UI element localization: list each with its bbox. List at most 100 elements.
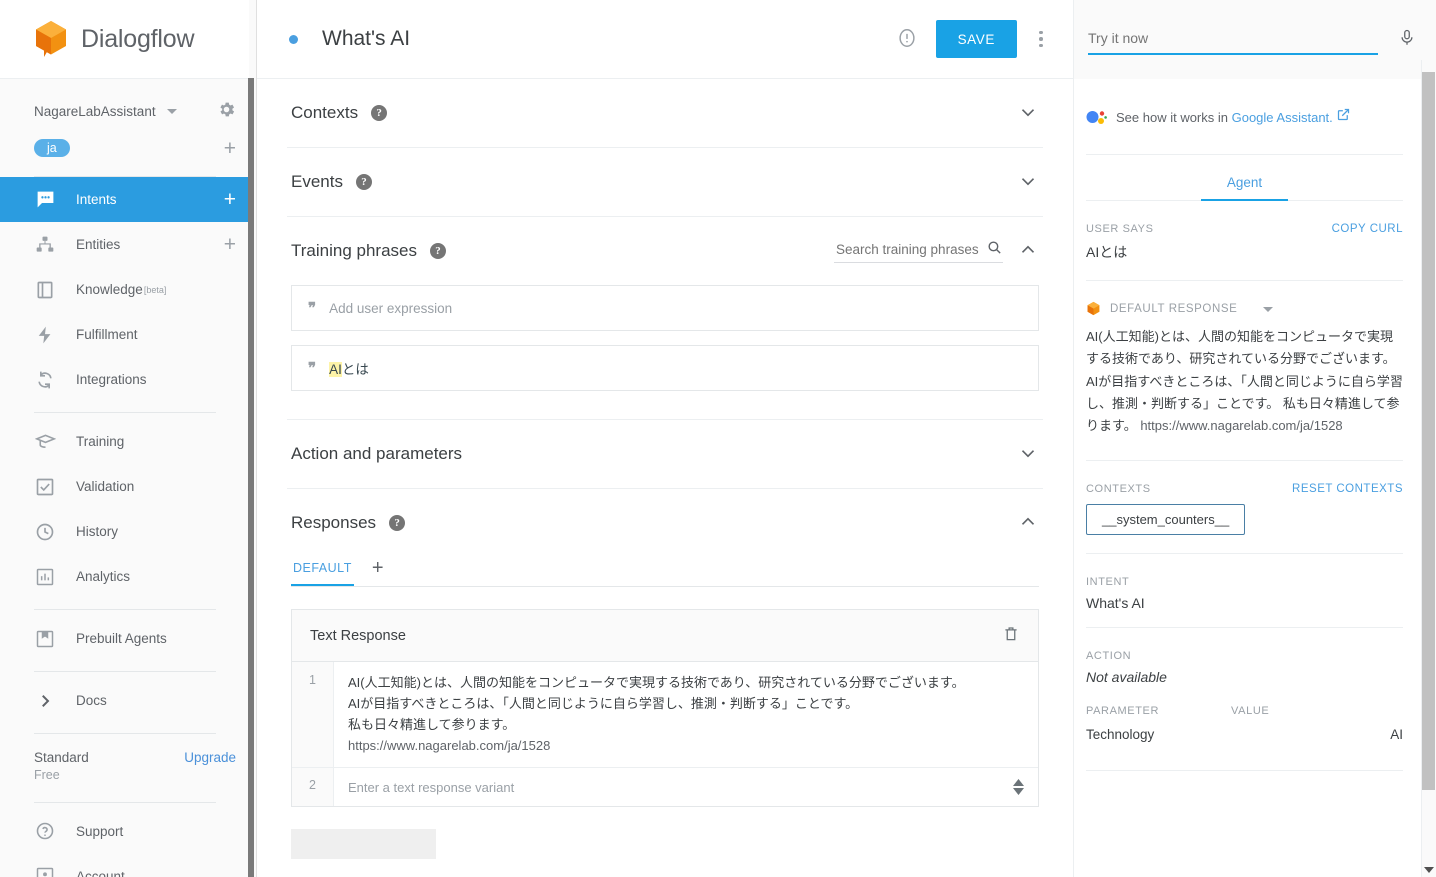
help-icon[interactable]: ? (355, 174, 372, 190)
sidebar-item-account[interactable]: Account (0, 854, 250, 877)
sidebar-item-prebuilt-agents[interactable]: Prebuilt Agents (0, 616, 250, 661)
sidebar-scrollbar-track[interactable] (248, 0, 255, 877)
add-intent-plus-icon[interactable]: + (224, 189, 236, 210)
prebuilt-agents-icon (34, 628, 56, 650)
add-expression-placeholder: Add user expression (329, 300, 453, 316)
sidebar-item-label: Fulfillment (76, 327, 138, 342)
test-console: See how it works in Google Assistant. Ag… (1073, 0, 1436, 877)
context-chip[interactable]: __system_counters__ (1086, 503, 1246, 535)
sidebar-item-analytics[interactable]: Analytics (0, 554, 250, 599)
sidebar-item-validation[interactable]: Validation (0, 464, 250, 509)
microphone-icon[interactable] (1398, 27, 1416, 52)
google-assistant-link[interactable]: Google Assistant. (1232, 110, 1333, 125)
search-training-phrases[interactable] (834, 239, 1003, 263)
warning-circle-icon[interactable] (896, 27, 918, 52)
sidebar-item-fulfillment[interactable]: Fulfillment (0, 312, 250, 357)
response-line: AI(人工知能)とは、人間の知能をコンピュータで実現する技術であり、研究されてい… (348, 675, 965, 690)
section-training-phrases: Training phrases ? Search training phras… (287, 217, 1043, 420)
chevron-down-icon[interactable] (1263, 306, 1274, 312)
google-assistant-dots-icon (1086, 109, 1108, 132)
section-contexts[interactable]: Contexts ? (287, 79, 1043, 148)
entity-highlight[interactable]: AI (329, 362, 342, 377)
add-response-tab-plus-icon[interactable]: + (372, 557, 384, 586)
add-language-plus-icon[interactable]: + (224, 138, 236, 159)
response-variant-row[interactable]: 2 Enter a text response variant (292, 768, 1038, 807)
copy-curl-link[interactable]: COPY CURL (1332, 223, 1403, 235)
add-user-expression-input[interactable]: ❞ Add user expression (291, 285, 1039, 331)
parameter-name: Technology (1086, 726, 1155, 742)
response-variant-row[interactable]: 1 AI(人工知能)とは、人間の知能をコンピュータで実現する技術であり、研究され… (292, 662, 1038, 769)
chevron-down-icon[interactable] (1017, 442, 1039, 467)
add-response-button-partial[interactable] (291, 829, 436, 860)
chevron-down-icon[interactable] (1017, 170, 1039, 195)
knowledge-book-icon (34, 279, 56, 301)
upgrade-link[interactable]: Upgrade (184, 748, 236, 765)
trash-icon[interactable] (1002, 625, 1020, 647)
sidebar-item-intents[interactable]: Intents + (0, 177, 250, 222)
chevron-up-icon[interactable] (1017, 511, 1039, 536)
sidebar-item-integrations[interactable]: Integrations (0, 357, 250, 402)
chevron-right-icon (34, 690, 56, 712)
response-line: 私も日々精進して参ります。 (348, 717, 516, 733)
chevron-up-icon[interactable] (1017, 239, 1039, 264)
default-response-header[interactable]: DEFAULT RESPONSE (1086, 301, 1403, 317)
reset-contexts-link[interactable]: RESET CONTEXTS (1292, 483, 1403, 495)
plan-row: Standard Free Upgrade (0, 734, 250, 792)
search-input[interactable] (834, 240, 986, 258)
agent-selector[interactable]: NagareLabAssistant (0, 92, 250, 130)
sidebar-item-support[interactable]: Support (0, 809, 250, 854)
search-icon[interactable] (986, 239, 1003, 259)
help-icon[interactable]: ? (430, 243, 446, 259)
user-says-label: USER SAYS (1086, 223, 1154, 235)
window-scrollbar-track[interactable] (1421, 60, 1436, 877)
sidebar-item-training[interactable]: Training (0, 419, 250, 464)
section-title: Action and parameters (291, 444, 463, 463)
action-value: Not available (1086, 668, 1167, 685)
section-responses: Responses ? DEFAULT + Text Response 1 AI… (287, 489, 1043, 860)
chevron-down-icon[interactable] (1017, 101, 1039, 126)
window-scrollbar-thumb[interactable] (1422, 72, 1435, 790)
action-row: ACTION (1086, 650, 1403, 662)
external-link-icon[interactable] (1336, 108, 1351, 125)
intent-sections: Contexts ? Events ? Training phrases ? S… (257, 79, 1073, 877)
dialogflow-cube-icon (1086, 301, 1101, 317)
training-cap-icon (34, 431, 56, 453)
help-icon[interactable]: ? (389, 515, 406, 531)
section-action-parameters[interactable]: Action and parameters (287, 420, 1043, 489)
response-text[interactable]: AI(人工知能)とは、人間の知能をコンピュータで実現する技術であり、研究されてい… (334, 662, 1038, 767)
sidebar-item-label: Account (76, 868, 125, 877)
add-entity-plus-icon[interactable]: + (224, 234, 236, 255)
section-events[interactable]: Events ? (287, 148, 1043, 217)
sidebar-item-label: Intents (76, 192, 117, 207)
language-chip-ja[interactable]: ja (34, 138, 70, 158)
sidebar-item-entities[interactable]: Entities + (0, 222, 250, 267)
history-clock-icon (34, 521, 56, 543)
sidebar-scrollbar-thumb[interactable] (248, 78, 254, 877)
row-number: 1 (292, 662, 334, 768)
sidebar-item-label: Validation (76, 479, 135, 494)
plan-tier: Free (34, 767, 60, 782)
tab-default[interactable]: DEFAULT (291, 561, 354, 586)
sidebar-item-docs[interactable]: Docs (0, 678, 250, 723)
tab-agent[interactable]: Agent (1200, 165, 1289, 201)
sidebar-item-label: Integrations (76, 372, 147, 387)
sidebar: Dialogflow NagareLabAssistant ja + Inten… (0, 0, 257, 877)
divider (1086, 769, 1403, 771)
plan-name: Standard (34, 750, 89, 765)
response-variant-placeholder[interactable]: Enter a text response variant (334, 780, 1013, 795)
response-url: https://www.nagarelab.com/ja/1528 (348, 738, 551, 754)
sidebar-item-history[interactable]: History (0, 509, 250, 554)
try-it-now-input[interactable] (1088, 24, 1378, 55)
brand-name: Dialogflow (81, 24, 195, 53)
text-response-card: Text Response 1 AI(人工知能)とは、人間の知能をコンピュータで… (291, 609, 1039, 808)
stepper-updown-icon[interactable] (1013, 779, 1038, 796)
brand-logo[interactable]: Dialogflow (0, 0, 250, 79)
intent-link[interactable]: What's AI (1086, 595, 1403, 611)
scroll-down-arrow-icon[interactable] (1424, 867, 1434, 873)
kebab-menu-icon[interactable] (1031, 30, 1051, 48)
training-phrase-row[interactable]: ❞ AIとは (291, 345, 1039, 391)
gear-icon[interactable] (217, 100, 236, 122)
help-icon[interactable]: ? (371, 105, 388, 121)
sidebar-item-knowledge[interactable]: Knowledge [beta] (0, 267, 250, 312)
save-button[interactable]: SAVE (935, 20, 1017, 58)
